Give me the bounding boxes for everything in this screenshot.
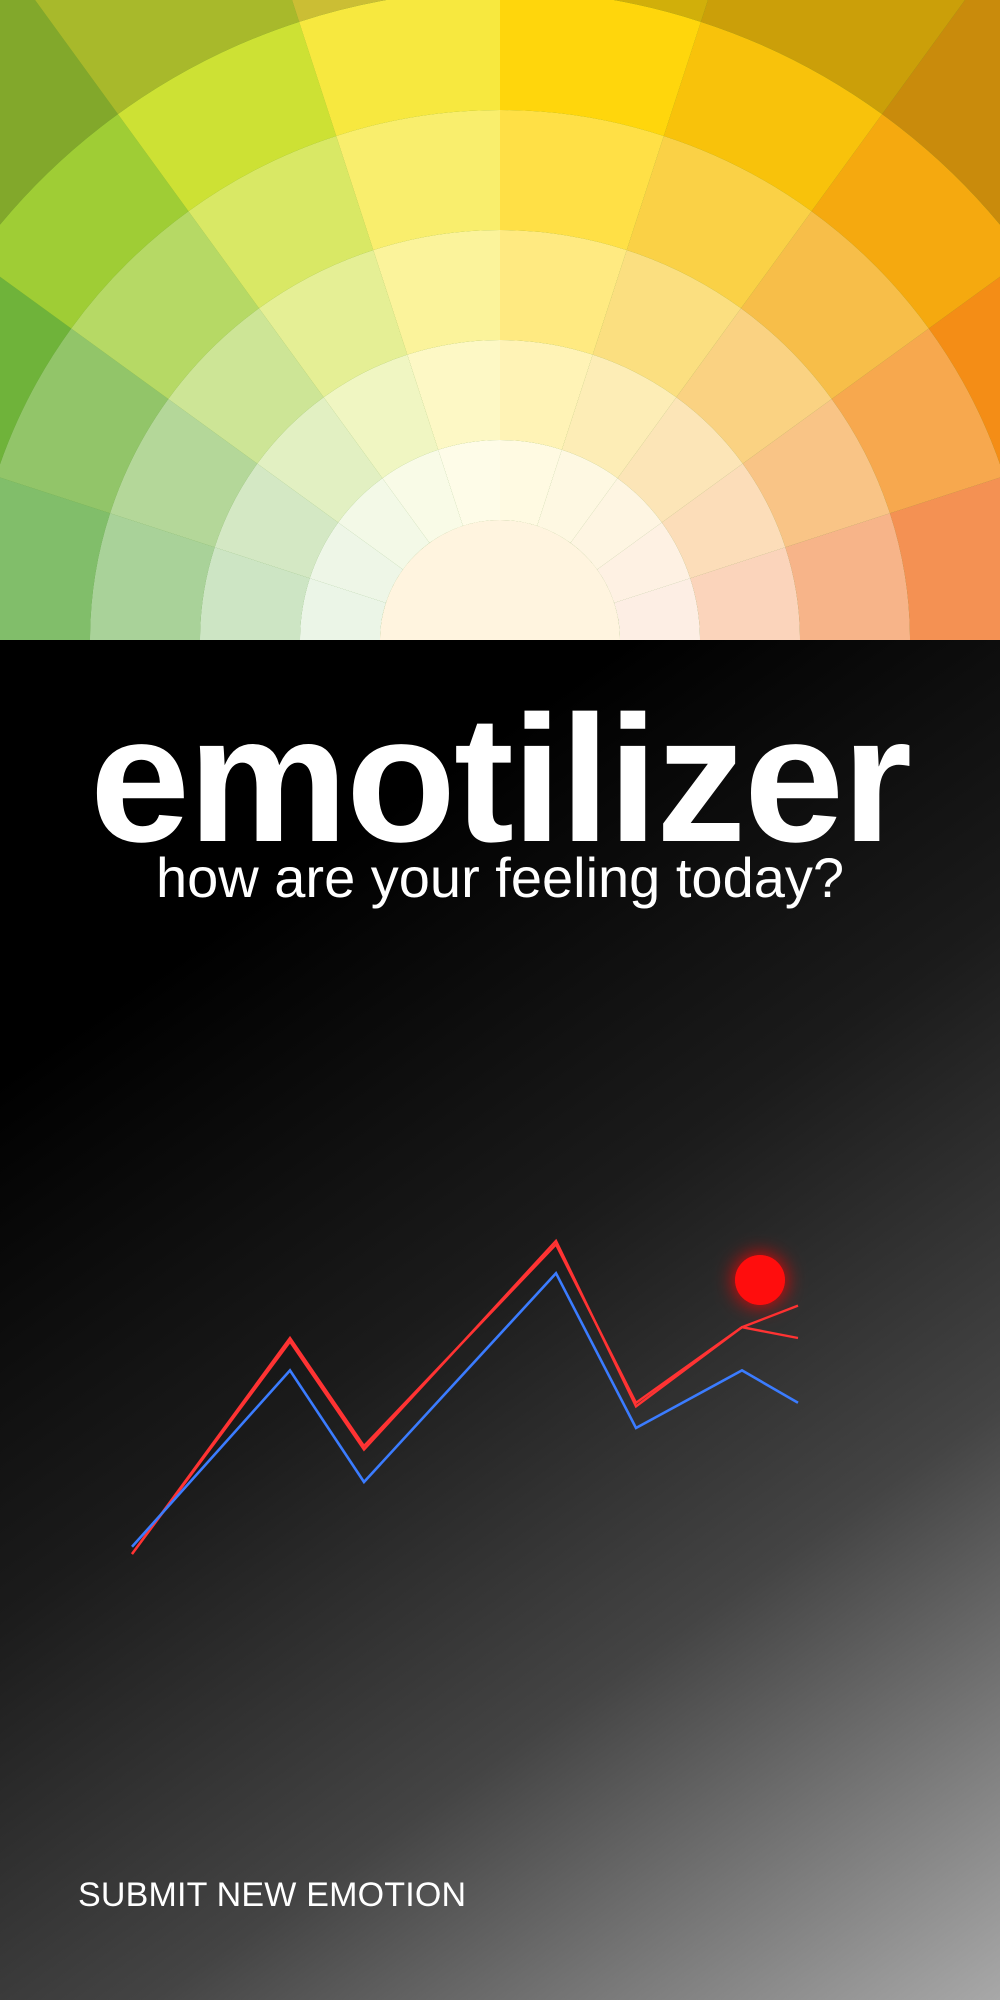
app-subtitle: how are your feeling today? [156,846,844,909]
mood-line-red-1 [131,1242,799,1555]
emotion-line-chart [131,1238,799,1555]
current-emotion-indicator [735,1255,785,1305]
mood-line-blue [131,1270,799,1548]
app-screen: emotilizer how are your feeling today? S… [0,0,1000,2000]
mood-line-red-2 [131,1238,799,1555]
emotion-color-wheel [0,0,1000,640]
color-wheel-graphic [0,0,1000,640]
emotion-chart [0,1160,1000,1860]
hero-section: emotilizer how are your feeling today? S… [0,640,1000,2000]
submit-new-emotion-button[interactable]: SUBMIT NEW EMOTION [78,1875,466,1915]
